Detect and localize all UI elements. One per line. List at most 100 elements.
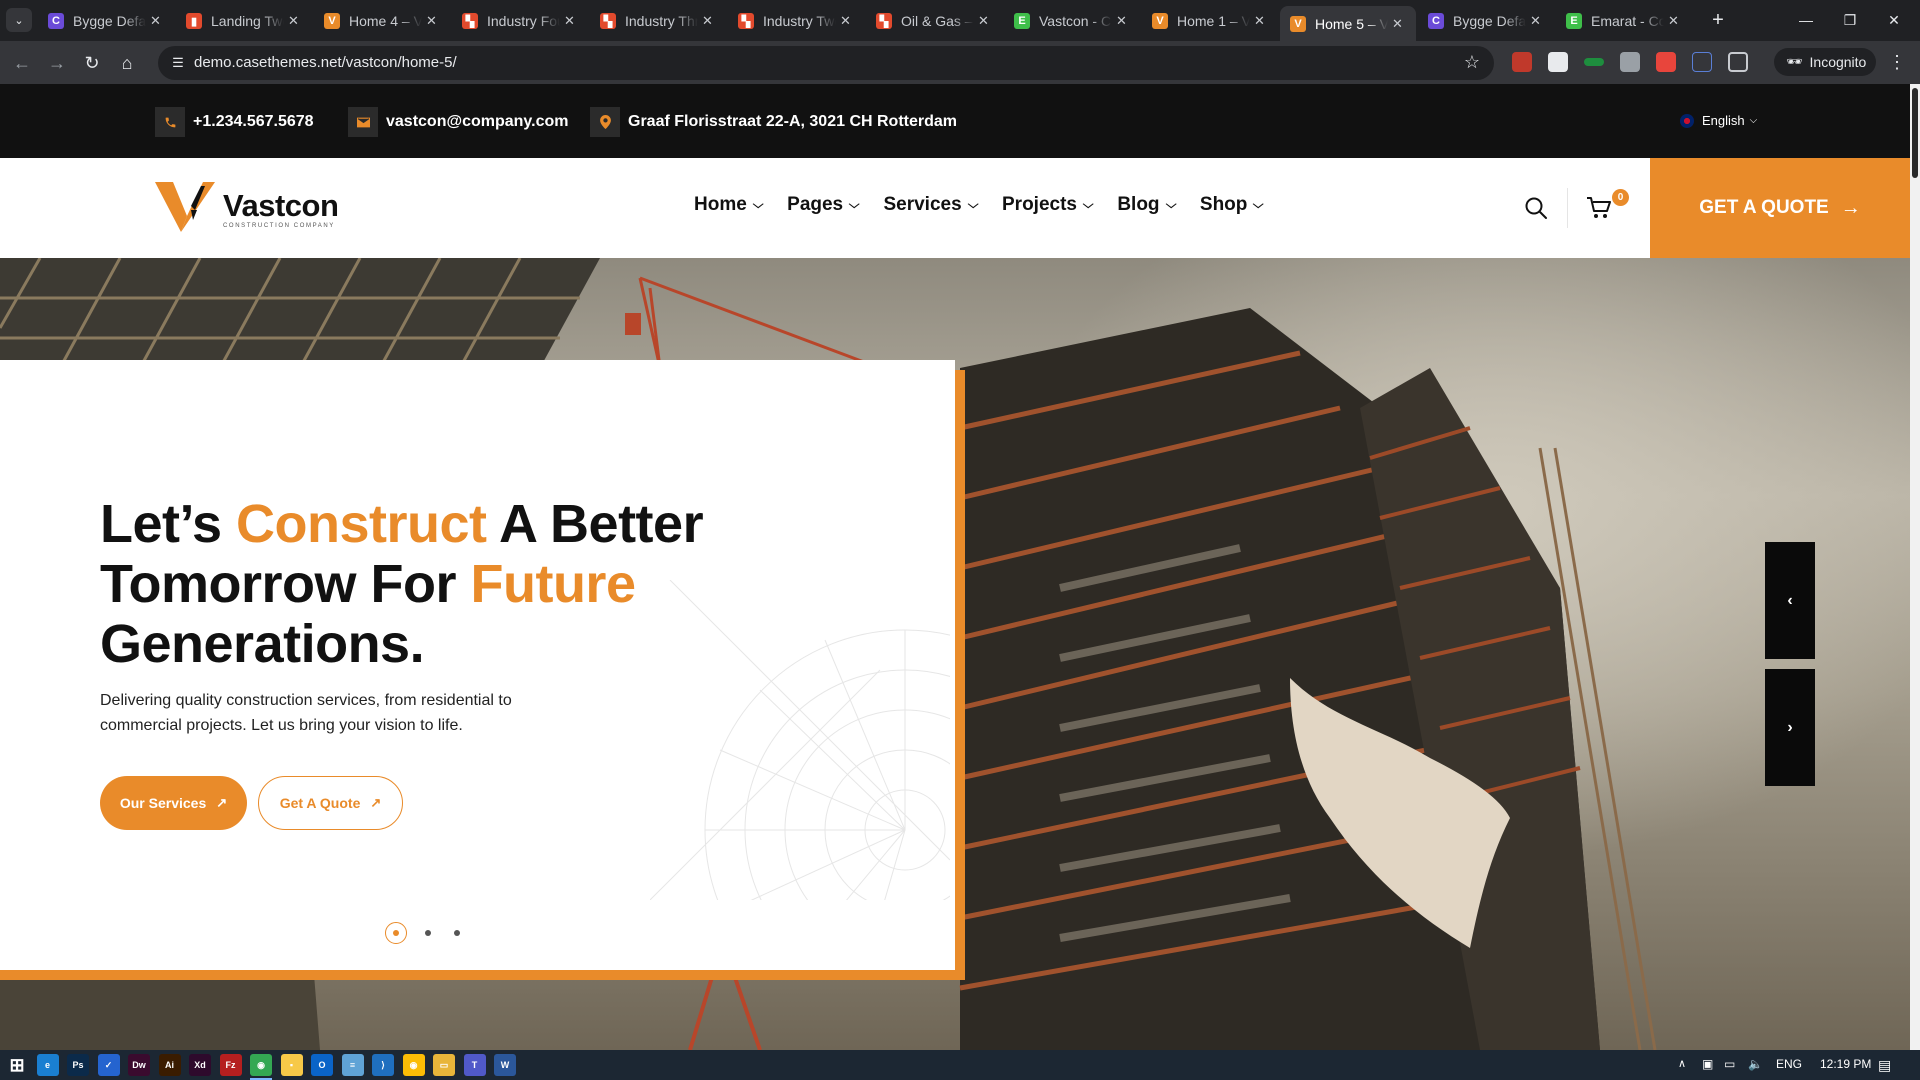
sticky-notes-taskbar-icon[interactable]: ▪ xyxy=(280,1054,303,1076)
new-tab-button[interactable]: + xyxy=(1705,8,1731,34)
street-address[interactable]: Graaf Florisstraat 22-A, 3021 CH Rotterd… xyxy=(628,113,957,131)
get-a-quote-label: Get A Quote xyxy=(279,795,361,811)
get-a-quote-button[interactable]: GET A QUOTE → xyxy=(1650,158,1910,258)
browser-tab[interactable]: ▚ Industry Two ✕ xyxy=(728,6,864,36)
chrome-taskbar-icon[interactable]: ◉ xyxy=(250,1054,272,1076)
dreamweaver-taskbar-icon[interactable]: Dw xyxy=(128,1054,150,1076)
browser-menu-icon[interactable]: ⋮ xyxy=(1888,52,1906,73)
phone-number[interactable]: +1.234.567.5678 xyxy=(193,113,314,131)
file-explorer-taskbar-icon[interactable]: ▭ xyxy=(433,1054,455,1076)
vscode-taskbar-icon[interactable]: ⟩ xyxy=(372,1054,394,1076)
xd-taskbar-icon[interactable]: Xd xyxy=(189,1054,211,1076)
browser-tab[interactable]: E Vastcon - Construction✕ xyxy=(1004,6,1140,36)
photoshop-taskbar-icon[interactable]: Ps xyxy=(67,1054,89,1076)
close-tab-icon[interactable]: ✕ xyxy=(1254,13,1268,29)
site-info-icon[interactable]: ☰ xyxy=(170,55,186,71)
site-logo[interactable]: Vastcon CONSTRUCTION COMPANY xyxy=(155,182,339,234)
camera-extension-icon[interactable] xyxy=(1620,52,1640,72)
browser-tab[interactable]: ▮ Landing Two ✕ xyxy=(176,6,312,36)
nav-item-home[interactable]: Home ⌵ xyxy=(694,194,764,216)
extension-icon[interactable] xyxy=(1584,58,1604,66)
hero-description: Delivering quality construction services… xyxy=(100,692,512,734)
slider-dot[interactable] xyxy=(425,930,431,936)
extension-icon[interactable] xyxy=(1692,52,1712,72)
reload-button[interactable]: ↻ xyxy=(80,51,104,75)
notepad-taskbar-icon[interactable]: ≡ xyxy=(341,1054,364,1076)
browser-tab[interactable]: ▚ Oil & Gas – Industry✕ xyxy=(866,6,1002,36)
outlook-taskbar-icon[interactable]: O xyxy=(311,1054,333,1076)
filezilla-taskbar-icon[interactable]: Fz xyxy=(219,1054,242,1076)
chevron-down-icon: ⌵ xyxy=(752,198,764,211)
address-bar[interactable]: ☰ demo.casethemes.net/vastcon/home-5/ ☆ xyxy=(158,46,1494,80)
nav-item-label: Services xyxy=(883,194,962,215)
browser-tab[interactable]: V Home 4 – Vastcon✕ xyxy=(314,6,450,36)
windows-taskbar-icon[interactable]: ⊞ xyxy=(6,1054,28,1076)
close-tab-icon[interactable]: ✕ xyxy=(426,13,440,29)
browser-tab[interactable]: V Home 1 – Vastcon✕ xyxy=(1142,6,1278,36)
phone-contact[interactable]: +1.234.567.5678 xyxy=(155,107,314,137)
nav-item-pages[interactable]: Pages ⌵ xyxy=(787,194,860,216)
network-icon[interactable]: ▭ xyxy=(1724,1057,1735,1071)
nav-item-services[interactable]: Services ⌵ xyxy=(883,194,978,216)
forward-button[interactable]: → xyxy=(45,51,69,75)
url-text[interactable]: demo.casethemes.net/vastcon/home-5/ xyxy=(194,54,457,71)
close-tab-icon[interactable]: ✕ xyxy=(702,13,716,29)
browser-tab[interactable]: ▚ Industry Three✕ xyxy=(590,6,726,36)
word-taskbar-icon[interactable]: W xyxy=(494,1054,516,1076)
extensions-puzzle-icon[interactable] xyxy=(1728,52,1748,72)
close-tab-icon[interactable]: ✕ xyxy=(1116,13,1130,29)
address-contact[interactable]: Graaf Florisstraat 22-A, 3021 CH Rotterd… xyxy=(590,107,957,137)
restore-button[interactable]: ❐ xyxy=(1830,8,1870,32)
minimize-button[interactable]: — xyxy=(1786,8,1826,32)
tab-search-button[interactable]: ⌄ xyxy=(6,8,32,32)
close-tab-icon[interactable]: ✕ xyxy=(1668,13,1682,29)
illustrator-taskbar-icon[interactable]: Ai xyxy=(158,1054,181,1076)
edge-taskbar-icon[interactable]: e xyxy=(36,1054,59,1076)
close-tab-icon[interactable]: ✕ xyxy=(1530,13,1544,29)
tray-app-icon[interactable]: ▣ xyxy=(1702,1057,1713,1071)
nav-item-projects[interactable]: Projects ⌵ xyxy=(1002,194,1094,216)
extension-icon[interactable] xyxy=(1548,52,1568,72)
volume-icon[interactable]: 🔈 xyxy=(1748,1057,1763,1071)
incognito-indicator[interactable]: 🕶 Incognito xyxy=(1774,48,1876,76)
browser-tab[interactable]: V Home 5 – Vastcon✕ xyxy=(1280,6,1416,41)
slider-dot[interactable] xyxy=(385,922,407,944)
extension-icon[interactable] xyxy=(1656,52,1676,72)
close-tab-icon[interactable]: ✕ xyxy=(150,13,164,29)
email-address[interactable]: vastcon@company.com xyxy=(386,113,568,131)
todo-taskbar-icon[interactable]: ✓ xyxy=(97,1054,120,1076)
slider-dot[interactable] xyxy=(454,930,460,936)
close-tab-icon[interactable]: ✕ xyxy=(564,13,578,29)
back-button[interactable]: ← xyxy=(10,51,34,75)
input-language[interactable]: ENG xyxy=(1776,1057,1802,1071)
our-services-button[interactable]: Our Services ↗ xyxy=(100,776,247,830)
next-slide-button[interactable]: › xyxy=(1765,669,1815,786)
notifications-icon[interactable]: ▤ xyxy=(1878,1057,1891,1074)
close-tab-icon[interactable]: ✕ xyxy=(840,13,854,29)
browser-tab[interactable]: ▚ Industry Four✕ xyxy=(452,6,588,36)
system-clock[interactable]: 12:19 PM xyxy=(1820,1057,1871,1071)
previous-slide-button[interactable]: ‹ xyxy=(1765,542,1815,659)
bookmark-star-icon[interactable]: ☆ xyxy=(1464,52,1480,73)
search-icon[interactable] xyxy=(1524,196,1550,222)
home-button[interactable]: ⌂ xyxy=(115,51,139,75)
chrome-2-taskbar-icon[interactable]: ◉ xyxy=(402,1054,425,1076)
browser-tab[interactable]: C Bygge Default✕ xyxy=(1418,6,1554,36)
hero-get-a-quote-button[interactable]: Get A Quote ↗ xyxy=(258,776,403,830)
close-tab-icon[interactable]: ✕ xyxy=(978,13,992,29)
email-contact[interactable]: vastcon@company.com xyxy=(348,107,568,137)
nav-item-shop[interactable]: Shop ⌵ xyxy=(1200,194,1264,216)
browser-tab[interactable]: C Bygge Default✕ xyxy=(38,6,174,36)
close-tab-icon[interactable]: ✕ xyxy=(1392,16,1406,32)
nav-item-blog[interactable]: Blog ⌵ xyxy=(1117,194,1176,216)
page-scrollbar[interactable] xyxy=(1910,84,1920,1050)
cart-icon[interactable] xyxy=(1586,196,1614,222)
close-tab-icon[interactable]: ✕ xyxy=(288,13,302,29)
tray-overflow-icon[interactable]: ∧ xyxy=(1678,1057,1686,1070)
close-window-button[interactable]: ✕ xyxy=(1874,8,1914,32)
scrollbar-thumb[interactable] xyxy=(1912,88,1918,178)
browser-tab[interactable]: E Emarat - Construction✕ xyxy=(1556,6,1692,36)
teams-taskbar-icon[interactable]: T xyxy=(463,1054,486,1076)
extension-icon[interactable] xyxy=(1512,52,1532,72)
language-switcher[interactable]: English ⌵ xyxy=(1680,113,1757,128)
